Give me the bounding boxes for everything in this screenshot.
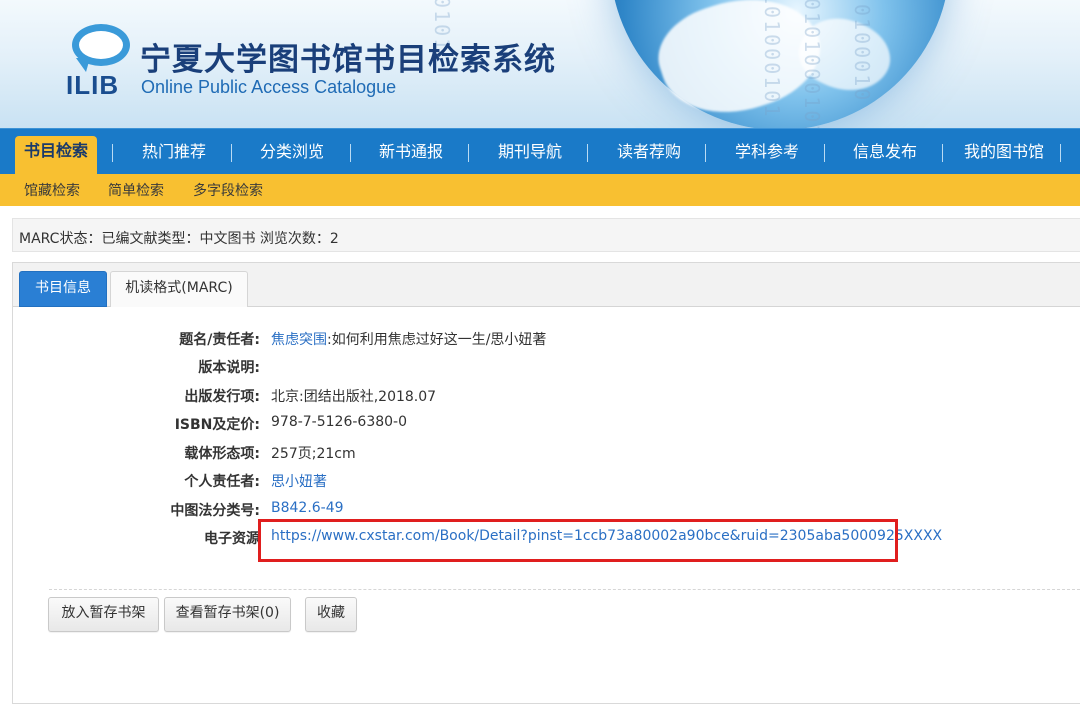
nav-item-browse[interactable]: 分类浏览 — [246, 138, 338, 175]
tab-marc[interactable]: 机读格式(MARC) — [110, 271, 248, 307]
title-link[interactable]: 焦虑突围 — [271, 332, 327, 348]
nav-item-subject[interactable]: 学科参考 — [721, 138, 813, 175]
binary-decoration: 101000101 — [760, 0, 784, 119]
favorite-button[interactable]: 收藏 — [305, 597, 357, 632]
marc-status-text: MARC状态：已编文献类型：中文图书 浏览次数：2 — [19, 231, 339, 247]
view-shelf-button[interactable]: 查看暂存书架(0) — [164, 597, 291, 632]
field-value: 257页;21cm — [271, 446, 356, 462]
field-label: 版本说明: — [198, 360, 260, 376]
field-author: 个人责任者: 思小妞著 — [13, 471, 1080, 493]
site-header: 0101 101000101 0101000101 0100010 ILIB 宁… — [0, 0, 1080, 128]
site-subtitle: Online Public Access Catalogue — [141, 77, 397, 97]
sub-item-holdings-search[interactable]: 馆藏检索 — [24, 180, 80, 200]
field-physical: 载体形态项: 257页;21cm — [13, 443, 1080, 465]
field-value: 978-7-5126-6380-0 — [271, 414, 408, 430]
field-title: 题名/责任者: 焦虑突围:如何利用焦虑过好这一生/思小妞著 — [13, 329, 1080, 351]
add-to-shelf-button[interactable]: 放入暂存书架 — [48, 597, 159, 632]
field-label: 中图法分类号: — [170, 503, 260, 519]
ilib-logo: ILIB — [66, 24, 132, 104]
field-label: ISBN及定价: — [174, 417, 260, 433]
sub-nav: 馆藏检索 简单检索 多字段检索 — [0, 174, 1080, 206]
site-title: 宁夏大学图书馆书目检索系统 — [140, 42, 556, 78]
highlight-box — [258, 519, 898, 562]
record-tabs: 书目信息 机读格式(MARC) — [13, 263, 1080, 307]
nav-item-news[interactable]: 信息发布 — [839, 138, 931, 175]
divider — [49, 589, 1080, 590]
author-link[interactable]: 思小妞著 — [271, 471, 327, 491]
main-nav: 书目检索 热门推荐 分类浏览 新书通报 期刊导航 读者荐购 学科参考 信息发布 … — [0, 128, 1080, 175]
field-isbn: ISBN及定价: 978-7-5126-6380-0 — [13, 414, 1080, 436]
field-label: 电子资源 — [204, 531, 260, 547]
title-rest: :如何利用焦虑过好这一生/思小妞著 — [327, 332, 547, 348]
nav-item-recommend[interactable]: 读者荐购 — [603, 138, 695, 175]
marc-status-bar: MARC状态：已编文献类型：中文图书 浏览次数：2 — [12, 218, 1080, 252]
binary-decoration: 0101000101 — [800, 0, 824, 128]
binary-decoration: 0100010 — [850, 4, 874, 103]
field-edition: 版本说明: — [13, 357, 1080, 379]
field-label: 题名/责任者: — [179, 332, 260, 348]
nav-item-my-library[interactable]: 我的图书馆 — [956, 138, 1052, 175]
sub-item-simple-search[interactable]: 简单检索 — [108, 180, 164, 200]
sub-item-multi-field-search[interactable]: 多字段检索 — [193, 180, 263, 200]
nav-item-hot[interactable]: 热门推荐 — [128, 138, 220, 175]
field-publisher: 出版发行项: 北京:团结出版社,2018.07 — [13, 386, 1080, 408]
field-value: 北京:团结出版社,2018.07 — [271, 389, 437, 405]
tab-bib-info[interactable]: 书目信息 — [19, 271, 107, 307]
record-panel: 书目信息 机读格式(MARC) 题名/责任者: 焦虑突围:如何利用焦虑过好这一生… — [12, 262, 1080, 704]
field-label: 载体形态项: — [184, 446, 260, 462]
field-label: 出版发行项: — [184, 389, 260, 405]
field-label: 个人责任者: — [184, 474, 260, 490]
nav-item-journals[interactable]: 期刊导航 — [484, 138, 576, 175]
nav-item-catalog-search[interactable]: 书目检索 — [15, 136, 97, 175]
nav-item-new-books[interactable]: 新书通报 — [365, 138, 457, 175]
classification-link[interactable]: B842.6-49 — [271, 500, 344, 516]
